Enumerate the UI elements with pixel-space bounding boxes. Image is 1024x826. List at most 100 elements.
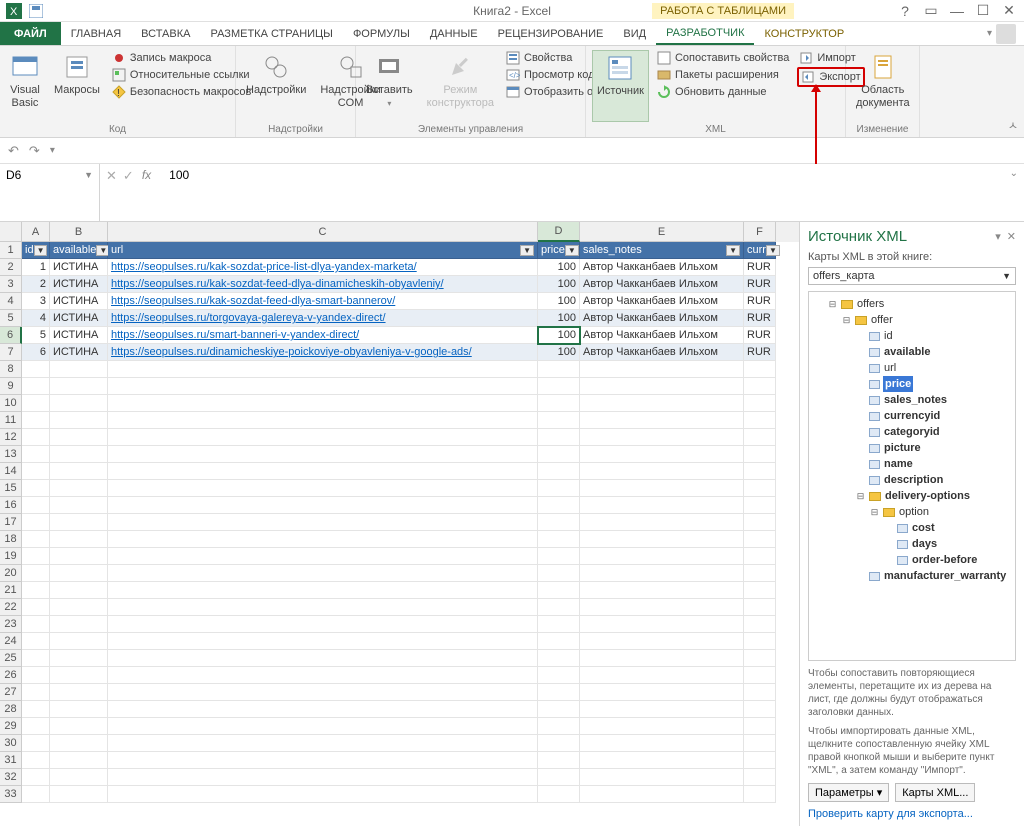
cell[interactable]: [50, 582, 108, 599]
cell[interactable]: ИСТИНА: [50, 293, 108, 310]
tree-node[interactable]: ⊟delivery-options: [813, 488, 1011, 504]
cell[interactable]: [744, 429, 776, 446]
visual-basic-button[interactable]: Visual Basic: [6, 50, 44, 122]
cell[interactable]: [744, 378, 776, 395]
user-avatar-icon[interactable]: [996, 24, 1016, 44]
row-header[interactable]: 24: [0, 633, 22, 650]
cell[interactable]: [580, 735, 744, 752]
cell[interactable]: [50, 463, 108, 480]
row-header[interactable]: 25: [0, 650, 22, 667]
cell[interactable]: [744, 769, 776, 786]
filter-dropdown-icon[interactable]: ▼: [34, 245, 48, 256]
cell[interactable]: [22, 616, 50, 633]
cell[interactable]: [108, 378, 538, 395]
cell[interactable]: [108, 514, 538, 531]
cell[interactable]: [22, 395, 50, 412]
cell[interactable]: [22, 361, 50, 378]
cell[interactable]: 100: [538, 327, 580, 344]
cell[interactable]: [744, 548, 776, 565]
cell[interactable]: [50, 667, 108, 684]
filter-dropdown-icon[interactable]: ▼: [520, 245, 534, 256]
cell[interactable]: [580, 497, 744, 514]
cell[interactable]: [580, 582, 744, 599]
collapse-ribbon-icon[interactable]: ㅅ: [1008, 117, 1018, 133]
cell[interactable]: [580, 718, 744, 735]
cell[interactable]: Автор Чакканбаев Ильхом: [580, 276, 744, 293]
cell[interactable]: [50, 361, 108, 378]
worksheet-grid[interactable]: ABCDEF 1id▼available▼url▼price▼sales_not…: [0, 222, 799, 826]
enter-formula-icon[interactable]: ✓: [123, 168, 134, 184]
row-header[interactable]: 2: [0, 259, 22, 276]
cell[interactable]: [538, 769, 580, 786]
cell[interactable]: ИСТИНА: [50, 344, 108, 361]
cell[interactable]: [580, 633, 744, 650]
cell[interactable]: [580, 650, 744, 667]
tab-главная[interactable]: ГЛАВНАЯ: [61, 22, 131, 45]
tab-разметка страницы[interactable]: РАЗМЕТКА СТРАНИЦЫ: [200, 22, 342, 45]
cell[interactable]: [22, 480, 50, 497]
cell[interactable]: [744, 786, 776, 803]
row-header[interactable]: 17: [0, 514, 22, 531]
row-header[interactable]: 30: [0, 735, 22, 752]
cell[interactable]: [22, 701, 50, 718]
cell[interactable]: [22, 531, 50, 548]
map-properties-button[interactable]: Сопоставить свойства: [655, 50, 791, 66]
xml-source-button[interactable]: Источник: [592, 50, 649, 122]
cell[interactable]: https://seopulses.ru/smart-banneri-v-yan…: [108, 327, 538, 344]
insert-control-button[interactable]: Вставить▾: [362, 50, 417, 122]
tab-вид[interactable]: ВИД: [613, 22, 656, 45]
cell[interactable]: [538, 429, 580, 446]
cell[interactable]: [580, 701, 744, 718]
cell[interactable]: RUR: [744, 276, 776, 293]
cell[interactable]: [538, 395, 580, 412]
cell[interactable]: [538, 480, 580, 497]
cell[interactable]: [744, 480, 776, 497]
cell[interactable]: [538, 531, 580, 548]
cell[interactable]: [744, 531, 776, 548]
cell[interactable]: [108, 650, 538, 667]
cell[interactable]: Автор Чакканбаев Ильхом: [580, 310, 744, 327]
pane-close-icon[interactable]: ✕: [1007, 230, 1016, 243]
tree-node[interactable]: currencyid: [813, 408, 1011, 424]
filter-dropdown-icon[interactable]: ▼: [766, 245, 780, 256]
col-header-E[interactable]: E: [580, 222, 744, 242]
cell[interactable]: [108, 752, 538, 769]
cell[interactable]: ИСТИНА: [50, 310, 108, 327]
cell[interactable]: [22, 446, 50, 463]
tab-рецензирование[interactable]: РЕЦЕНЗИРОВАНИЕ: [488, 22, 614, 45]
cell[interactable]: [108, 684, 538, 701]
macro-security-button[interactable]: !Безопасность макросов: [110, 84, 254, 100]
cell[interactable]: [744, 667, 776, 684]
cell[interactable]: Автор Чакканбаев Ильхом: [580, 293, 744, 310]
macros-button[interactable]: Макросы: [50, 50, 104, 122]
tree-node[interactable]: id: [813, 328, 1011, 344]
tree-node[interactable]: price: [813, 376, 1011, 392]
cell[interactable]: [108, 548, 538, 565]
cell[interactable]: [22, 463, 50, 480]
cell[interactable]: [50, 684, 108, 701]
cell[interactable]: [538, 718, 580, 735]
cell[interactable]: 100: [538, 344, 580, 361]
cell[interactable]: [22, 599, 50, 616]
cell[interactable]: [108, 599, 538, 616]
maximize-icon[interactable]: ☐: [974, 2, 992, 19]
xml-tree[interactable]: ⊟offers⊟offeridavailableurlpricesales_no…: [808, 291, 1016, 661]
document-panel-button[interactable]: Область документа: [852, 50, 914, 122]
row-header[interactable]: 28: [0, 701, 22, 718]
cell[interactable]: [580, 752, 744, 769]
cell[interactable]: RUR: [744, 310, 776, 327]
cell[interactable]: [22, 684, 50, 701]
cell[interactable]: https://seopulses.ru/kak-sozdat-feed-dly…: [108, 276, 538, 293]
cell[interactable]: 6: [22, 344, 50, 361]
cell[interactable]: [50, 616, 108, 633]
cell[interactable]: [538, 446, 580, 463]
tab-данные[interactable]: ДАННЫЕ: [420, 22, 488, 45]
cell[interactable]: [744, 446, 776, 463]
cell[interactable]: [50, 446, 108, 463]
cancel-formula-icon[interactable]: ✕: [106, 168, 117, 184]
cell[interactable]: [22, 718, 50, 735]
cell[interactable]: [108, 412, 538, 429]
row-header[interactable]: 18: [0, 531, 22, 548]
expansion-packs-button[interactable]: Пакеты расширения: [655, 67, 791, 83]
cell[interactable]: [108, 616, 538, 633]
